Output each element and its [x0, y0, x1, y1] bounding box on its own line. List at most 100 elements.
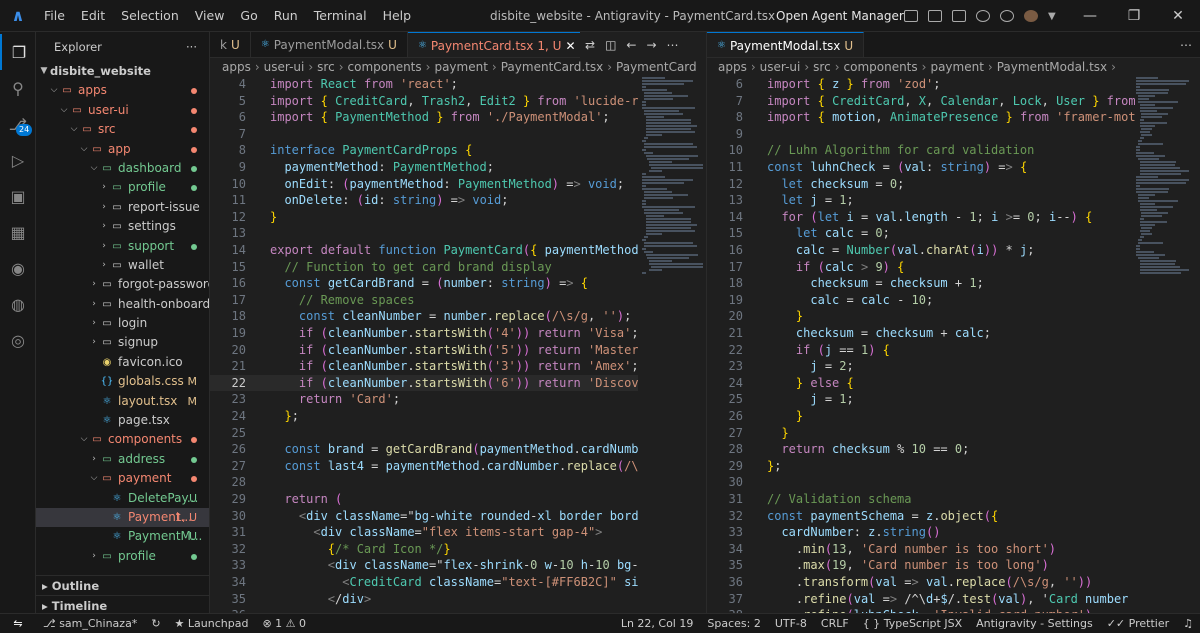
- breadcrumb-item[interactable]: apps: [718, 60, 747, 74]
- source-control-icon[interactable]: ⎇24: [0, 106, 36, 142]
- tree-item[interactable]: ⌵ ▭ components: [36, 430, 209, 449]
- tree-item[interactable]: ⚛ page.tsx: [36, 411, 209, 430]
- run-debug-icon[interactable]: ▷: [0, 142, 36, 178]
- right-minimap[interactable]: [1136, 76, 1200, 613]
- close-tab-icon[interactable]: ✕: [565, 33, 575, 58]
- browser-icon[interactable]: [1000, 10, 1014, 22]
- menu-run[interactable]: Run: [266, 0, 306, 32]
- launchpad-status[interactable]: ★ Launchpad: [168, 617, 256, 630]
- cursor-position[interactable]: Ln 22, Col 19: [614, 617, 701, 630]
- tree-item[interactable]: {} globals.css M: [36, 372, 209, 391]
- restore-icon[interactable]: ❐: [1112, 0, 1156, 32]
- tree-item[interactable]: › ▭ support: [36, 237, 209, 256]
- breadcrumb-item[interactable]: payment: [434, 60, 487, 74]
- encoding-status[interactable]: UTF-8: [768, 617, 814, 630]
- tree-item[interactable]: ⌵ ▭ user-ui: [36, 101, 209, 120]
- extensions-icon[interactable]: ▦: [0, 214, 36, 250]
- tab-paymentmodal[interactable]: ⚛ PaymentModal.tsx U: [251, 32, 408, 57]
- minimize-icon[interactable]: —: [1068, 0, 1112, 32]
- breadcrumb-item[interactable]: PaymentCard.tsx: [501, 60, 603, 74]
- tree-item[interactable]: › ▭ report-issue: [36, 198, 209, 217]
- more-actions-icon[interactable]: ⋯: [1180, 32, 1200, 57]
- outline-section[interactable]: ▸ Outline: [36, 575, 209, 595]
- menu-file[interactable]: File: [36, 0, 73, 32]
- more-actions-icon[interactable]: ⋯: [667, 38, 679, 52]
- menu-terminal[interactable]: Terminal: [306, 0, 375, 32]
- search-icon[interactable]: ⚲: [0, 70, 36, 106]
- chevron-down-icon[interactable]: ▼: [1048, 11, 1056, 22]
- explorer-more-icon[interactable]: ···: [186, 32, 197, 62]
- tree-item[interactable]: ⚛ Payment... 1, U: [36, 507, 209, 528]
- tree-item[interactable]: › ▭ profile: [36, 178, 209, 197]
- open-agent-manager-button[interactable]: Open Agent Manager: [776, 0, 904, 32]
- remote-explorer-icon[interactable]: ▣: [0, 178, 36, 214]
- tree-item[interactable]: › ▭ signup: [36, 333, 209, 352]
- explorer-icon[interactable]: ❐: [0, 34, 36, 70]
- remote-indicator-icon[interactable]: ⇋: [0, 614, 36, 633]
- tree-item[interactable]: ⚛ DeletePay... U: [36, 489, 209, 508]
- sync-icon[interactable]: ↻: [144, 617, 167, 630]
- agent-icon[interactable]: ◎: [0, 322, 36, 358]
- tree-item[interactable]: › ▭ health-onboarding: [36, 295, 209, 314]
- tree-root[interactable]: ▼ disbite_website: [36, 62, 209, 81]
- tree-item[interactable]: › ▭ login: [36, 314, 209, 333]
- account-status[interactable]: ⎇ sam_Chinaza*: [36, 617, 144, 630]
- breadcrumb-item[interactable]: src: [317, 60, 335, 74]
- tree-item[interactable]: › ▭ forgot-password: [36, 275, 209, 294]
- tree-item[interactable]: ⚛ PaymentM... U: [36, 527, 209, 546]
- problems-status[interactable]: ⊗ 1 ⚠ 0: [255, 617, 313, 630]
- toggle-secondary-sidebar-icon[interactable]: [952, 10, 966, 22]
- left-code-editor[interactable]: 4 import React from 'react'; 5 import { Cre…: [210, 76, 638, 613]
- go-back-icon[interactable]: ←: [626, 38, 636, 52]
- antigravity-settings-status[interactable]: Antigravity - Settings: [969, 617, 1100, 630]
- tree-item[interactable]: ⌵ ▭ dashboard: [36, 159, 209, 178]
- prettier-status[interactable]: ✓✓ Prettier: [1100, 617, 1176, 630]
- close-icon[interactable]: ✕: [1156, 0, 1200, 32]
- account-avatar[interactable]: [1024, 10, 1038, 22]
- minimap-line: [1136, 248, 1140, 250]
- tree-item[interactable]: ⌵ ▭ payment: [36, 469, 209, 488]
- language-status[interactable]: { } TypeScript JSX: [856, 617, 969, 630]
- right-code-editor[interactable]: 6 import { z } from 'zod'; 7 import { Credi…: [707, 76, 1135, 613]
- timeline-section[interactable]: ▸ Timeline: [36, 595, 209, 613]
- tab-partial[interactable]: k U: [210, 32, 251, 57]
- tab-paymentmodal-right[interactable]: ⚛ PaymentModal.tsx U: [707, 32, 865, 57]
- split-editor-icon[interactable]: ◫: [605, 38, 616, 52]
- notifications-bell-icon[interactable]: ♫: [1176, 617, 1200, 630]
- tree-item[interactable]: › ▭ wallet: [36, 256, 209, 275]
- breadcrumb-item[interactable]: payment: [930, 60, 983, 74]
- indentation-status[interactable]: Spaces: 2: [700, 617, 767, 630]
- tab-paymentcard[interactable]: ⚛ PaymentCard.tsx 1, U ✕: [407, 32, 580, 58]
- tree-item[interactable]: ◉ favicon.ico: [36, 353, 209, 372]
- github-icon[interactable]: ◉: [0, 250, 36, 286]
- eol-status[interactable]: CRLF: [814, 617, 856, 630]
- tree-item[interactable]: › ▭ settings: [36, 217, 209, 236]
- tree-item[interactable]: ⌵ ▭ src: [36, 120, 209, 139]
- breadcrumb-item[interactable]: PaymentModal.tsx: [997, 60, 1107, 74]
- tree-item[interactable]: › ▭ address: [36, 450, 209, 469]
- tree-item[interactable]: › ▭ profile: [36, 547, 209, 566]
- compare-icon[interactable]: ⇄: [585, 38, 595, 52]
- menu-selection[interactable]: Selection: [113, 0, 187, 32]
- breadcrumb-item[interactable]: user-ui: [760, 60, 801, 74]
- minimap-line: [1136, 176, 1158, 178]
- breadcrumb-item[interactable]: components: [844, 60, 918, 74]
- breadcrumb-item[interactable]: PaymentCard: [616, 60, 697, 74]
- breadcrumb-item[interactable]: src: [813, 60, 831, 74]
- menu-go[interactable]: Go: [232, 0, 265, 32]
- go-forward-icon[interactable]: →: [646, 38, 656, 52]
- settings-gear-icon[interactable]: [976, 10, 990, 22]
- left-minimap[interactable]: [642, 76, 706, 613]
- tree-item[interactable]: ⚛ layout.tsx M: [36, 392, 209, 411]
- breadcrumb-item[interactable]: user-ui: [264, 60, 305, 74]
- tree-item[interactable]: ⌵ ▭ app: [36, 140, 209, 159]
- git-graph-icon[interactable]: ◍: [0, 286, 36, 322]
- toggle-panel-icon[interactable]: [928, 10, 942, 22]
- breadcrumb-item[interactable]: components: [348, 60, 422, 74]
- toggle-sidebar-icon[interactable]: [904, 10, 918, 22]
- menu-help[interactable]: Help: [375, 0, 420, 32]
- menu-view[interactable]: View: [187, 0, 233, 32]
- breadcrumb-item[interactable]: apps: [222, 60, 251, 74]
- tree-item[interactable]: ⌵ ▭ apps: [36, 81, 209, 100]
- menu-edit[interactable]: Edit: [73, 0, 113, 32]
